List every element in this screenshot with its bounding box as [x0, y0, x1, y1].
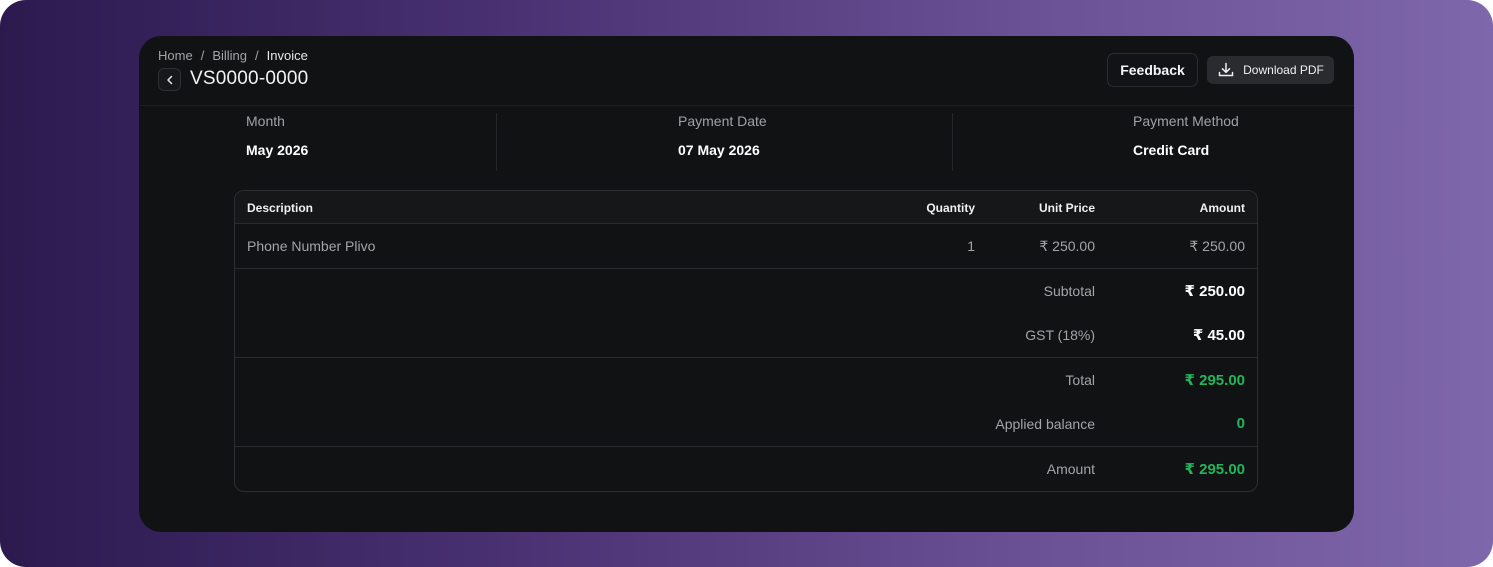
invoice-card: Home / Billing / Invoice VS0000-0000 Fee… [139, 36, 1354, 532]
payment-method-value: Credit Card [1133, 142, 1210, 158]
gst-value: ₹ 45.00 [1192, 327, 1245, 344]
row-unit-price: ₹ 250.00 [1039, 238, 1095, 254]
row-amount: ₹ 250.00 [1189, 238, 1245, 254]
invoice-table: Description Quantity Unit Price Amount P… [234, 190, 1258, 492]
breadcrumb-invoice: Invoice [266, 48, 308, 63]
header-description: Description [247, 201, 314, 215]
breadcrumb-separator: / [200, 48, 205, 63]
applied-balance-label: Applied balance [995, 416, 1095, 432]
meta-divider [952, 113, 953, 171]
row-description: Phone Number Plivo [247, 238, 376, 254]
back-button[interactable] [158, 68, 181, 91]
payment-method-label: Payment Method [1133, 113, 1239, 129]
breadcrumb-home[interactable]: Home [158, 48, 193, 63]
month-label: Month [246, 113, 285, 129]
subtotal-value: ₹ 250.00 [1184, 283, 1245, 300]
breadcrumb: Home / Billing / Invoice [158, 48, 308, 63]
feedback-button[interactable]: Feedback [1107, 53, 1198, 87]
header-quantity: Quantity [926, 201, 975, 215]
applied-balance-value: 0 [1236, 415, 1245, 432]
meta-divider [496, 113, 497, 171]
row-divider [235, 357, 1257, 358]
invoice-header: Home / Billing / Invoice VS0000-0000 Fee… [139, 36, 1354, 106]
meta-payment-method: Payment Method Credit Card [1133, 113, 1239, 171]
month-value: May 2026 [246, 142, 309, 158]
download-pdf-label: Download PDF [1243, 63, 1324, 77]
row-quantity: 1 [967, 238, 975, 254]
header-amount: Amount [1199, 201, 1245, 215]
total-value: ₹ 295.00 [1184, 372, 1245, 389]
download-pdf-button[interactable]: Download PDF [1207, 56, 1334, 84]
breadcrumb-separator: / [255, 48, 259, 63]
row-divider [235, 268, 1257, 269]
table-header: Description Quantity Unit Price Amount [235, 191, 1257, 224]
payment-date-label: Payment Date [678, 113, 767, 129]
breadcrumb-billing[interactable]: Billing [212, 48, 247, 63]
amount-value: ₹ 295.00 [1184, 461, 1245, 478]
amount-label: Amount [1046, 461, 1095, 477]
gst-label: GST (18%) [1025, 327, 1095, 343]
payment-date-value: 07 May 2026 [678, 142, 760, 158]
header-unit-price: Unit Price [1038, 201, 1095, 215]
subtotal-label: Subtotal [1043, 283, 1095, 299]
download-icon [1218, 62, 1234, 77]
meta-month: Month May 2026 [246, 113, 308, 171]
row-divider [235, 446, 1257, 447]
meta-payment-date: Payment Date 07 May 2026 [678, 113, 767, 171]
total-label: Total [1065, 372, 1095, 388]
page-title: VS0000-0000 [190, 68, 309, 89]
chevron-left-icon [166, 75, 172, 84]
